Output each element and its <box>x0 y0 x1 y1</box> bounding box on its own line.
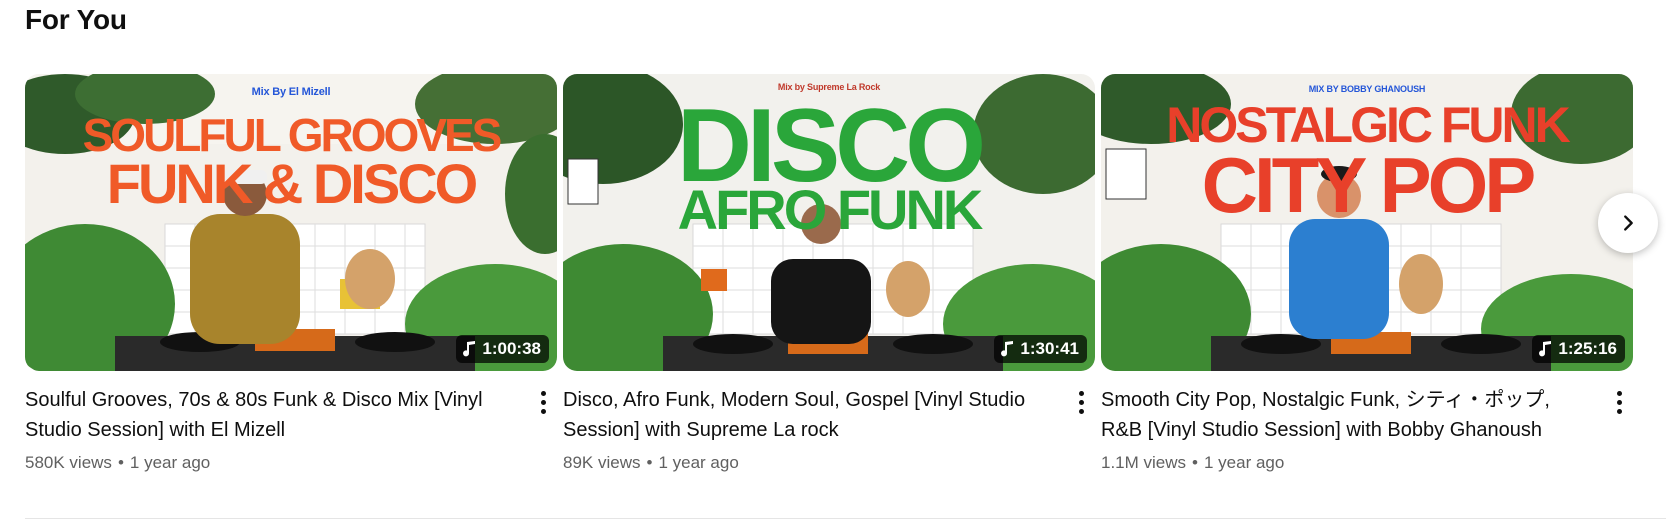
headline-line2: FUNK & DISCO <box>106 152 478 215</box>
music-note-icon <box>463 341 476 357</box>
upload-age: 1 year ago <box>658 453 739 472</box>
mix-by-label: Mix By El Mizell <box>251 86 331 98</box>
video-title[interactable]: Disco, Afro Funk, Modern Soul, Gospel [V… <box>563 385 1055 445</box>
headline-line2: AFRO FUNK <box>677 178 984 241</box>
upload-age: 1 year ago <box>1203 453 1285 472</box>
chevron-right-icon <box>1624 215 1633 231</box>
duration-badge: 1:25:16 <box>1532 335 1625 363</box>
video-title[interactable]: Soulful Grooves, 70s & 80s Funk & Disco … <box>25 385 517 445</box>
separator-dot: • <box>646 453 653 472</box>
video-card[interactable]: Mix by Supreme La Rock DISCO AFRO FUNK 1… <box>563 74 1095 473</box>
separator-dot: • <box>117 453 124 472</box>
mix-by-label: MIX BY BOBBY GHANOUSH <box>1308 84 1426 94</box>
section-divider <box>25 518 1666 519</box>
view-count: 1.1M views <box>1101 453 1187 472</box>
separator-dot: • <box>1192 453 1198 472</box>
duration-badge: 1:30:41 <box>994 335 1087 363</box>
video-card[interactable]: Mix By El Mizell SOULFUL GROOVES FUNK & … <box>25 74 557 473</box>
more-actions-icon[interactable] <box>1609 387 1629 417</box>
shelf-title: For You <box>25 4 127 35</box>
music-note-icon <box>1001 341 1014 357</box>
video-thumbnail[interactable]: Mix by Supreme La Rock DISCO AFRO FUNK 1… <box>563 74 1095 371</box>
video-title[interactable]: Smooth City Pop, Nostalgic Funk, シティ・ポップ… <box>1101 385 1593 445</box>
more-actions-icon[interactable] <box>1071 387 1091 417</box>
video-card[interactable]: MIX BY BOBBY GHANOUSH NOSTALGIC FUNK CIT… <box>1101 74 1633 473</box>
video-thumbnail[interactable]: MIX BY BOBBY GHANOUSH NOSTALGIC FUNK CIT… <box>1101 74 1633 371</box>
duration-text: 1:25:16 <box>1558 339 1617 358</box>
upload-age: 1 year ago <box>129 453 211 472</box>
duration-text: 1:30:41 <box>1020 339 1079 358</box>
music-note-icon <box>1539 341 1552 357</box>
video-stats: 580K views • 1 year ago <box>25 453 517 473</box>
video-stats: 89K views • 1 year ago <box>563 453 1055 473</box>
view-count: 580K views <box>25 453 112 472</box>
duration-text: 1:00:38 <box>482 339 541 358</box>
view-count: 89K views <box>563 453 641 472</box>
shelf-next-button[interactable] <box>1598 193 1658 253</box>
video-thumbnail[interactable]: Mix By El Mizell SOULFUL GROOVES FUNK & … <box>25 74 557 371</box>
duration-badge: 1:00:38 <box>456 335 549 363</box>
headline-line2: CITY POP <box>1201 141 1537 229</box>
video-stats: 1.1M views • 1 year ago <box>1101 453 1593 473</box>
more-actions-icon[interactable] <box>533 387 553 417</box>
